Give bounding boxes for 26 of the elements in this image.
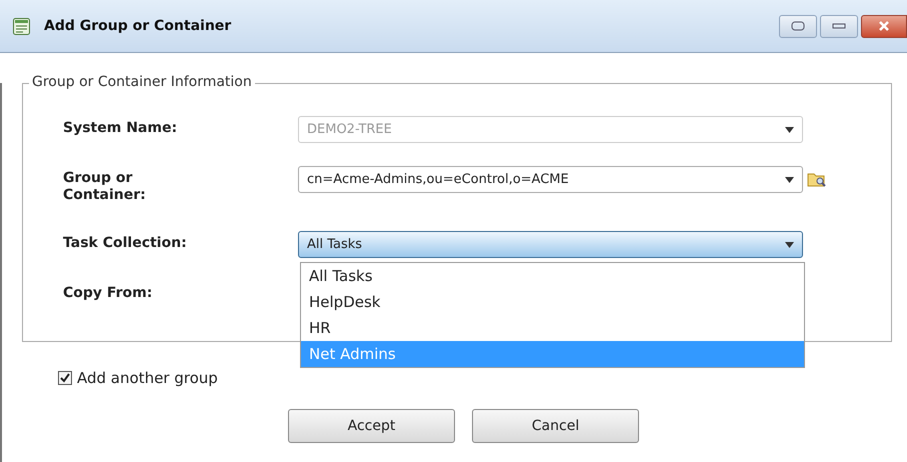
- dropdown-option[interactable]: All Tasks: [301, 263, 804, 289]
- field-label: System Name:: [63, 119, 178, 137]
- pin-button[interactable]: [779, 14, 817, 38]
- minimize-icon: [832, 23, 846, 29]
- dialog-button[interactable]: Cancel: [472, 409, 639, 443]
- dropdown-option[interactable]: HelpDesk: [301, 289, 804, 315]
- field-label: Task Collection:: [63, 234, 187, 252]
- caret-icon: [785, 242, 794, 248]
- pin-icon: [790, 20, 806, 32]
- dropdown-field: DEMO2-TREE: [298, 116, 803, 143]
- caret-icon: [785, 176, 794, 182]
- checkbox[interactable]: [58, 371, 72, 385]
- dropdown-field[interactable]: cn=Acme-Admins,ou=eControl,o=ACME: [298, 166, 803, 193]
- close-icon: [878, 20, 890, 32]
- checkbox-label: Add another group: [77, 369, 218, 387]
- window-icon: [13, 18, 30, 34]
- group-box-title: Group or Container Information: [29, 74, 255, 90]
- field-label: Copy From:: [63, 284, 152, 302]
- dropdown-field[interactable]: All Tasks: [298, 231, 803, 258]
- window-title: Add Group or Container: [44, 18, 232, 34]
- dropdown-option[interactable]: HR: [301, 315, 804, 341]
- caret-icon: [785, 126, 794, 132]
- close-button[interactable]: [861, 14, 907, 38]
- field-label: Group or Container:: [63, 169, 147, 204]
- dialog-button[interactable]: Accept: [288, 409, 455, 443]
- minimize-button[interactable]: [820, 14, 858, 38]
